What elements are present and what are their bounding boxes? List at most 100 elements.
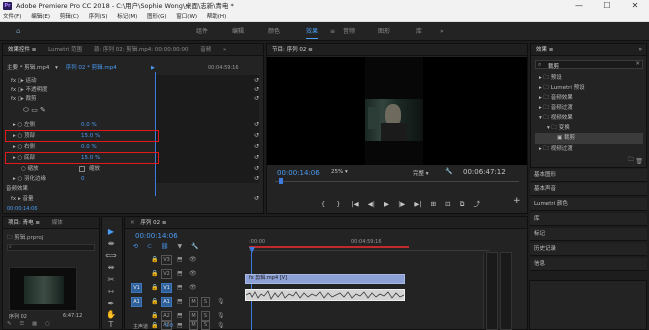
solo-button-a1[interactable]: S [201, 297, 210, 307]
workspace-tab-libraries[interactable]: 库 [416, 22, 422, 41]
track-label-a2[interactable]: A2 [161, 311, 172, 321]
compare-button[interactable]: ⧉ [460, 200, 465, 208]
sequence-thumbnail[interactable] [9, 267, 77, 311]
timeline-timecode[interactable]: 00:00:14:06 [135, 232, 178, 240]
crop-bottom-reset-icon[interactable]: ↺ [254, 154, 259, 161]
master-clip-label[interactable]: 主要 * 剪辑.mp4 [7, 65, 49, 71]
razor-tool[interactable]: ✂ [104, 274, 118, 286]
effect-motion-row[interactable]: fx ▯▸ 运动 [3, 77, 263, 86]
crop-zoom-row[interactable]: ○ 缩放 缩放 [3, 165, 263, 174]
microphone-icon[interactable]: 🎙 [217, 312, 225, 319]
track-select-tool[interactable]: ⇼ [104, 238, 118, 250]
lock-icon[interactable]: 🔒 [151, 270, 158, 277]
panel-libraries[interactable]: 库 [530, 213, 647, 226]
crop-feather-value[interactable]: 0 [81, 175, 85, 184]
microphone-icon[interactable]: 🎙 [217, 322, 225, 329]
export-frame-button[interactable]: ⤴ [473, 200, 480, 208]
effect-opacity-row[interactable]: fx ▯▸ 不透明度 [3, 86, 263, 95]
delete-icon[interactable]: 🗑 [635, 158, 643, 165]
close-sequence-icon[interactable]: ✕ [125, 217, 137, 228]
effect-controls-more[interactable]: » [218, 44, 231, 55]
microphone-icon[interactable]: 🎙 [217, 298, 225, 305]
linked-selection-icon[interactable]: ⛓ [161, 243, 169, 250]
tab-media-browser[interactable]: 媒体 [47, 217, 68, 228]
go-to-out-button[interactable]: ▶| [414, 200, 421, 208]
master-volume-value[interactable]: 0.0 [165, 323, 173, 329]
solo-button-a2[interactable]: S [201, 311, 210, 321]
workspace-menu-icon[interactable]: ≡ [330, 22, 335, 41]
workspace-tab-assembly[interactable]: 组件 [196, 22, 208, 41]
step-back-button[interactable]: ◀| [368, 200, 375, 208]
panel-essential-sound[interactable]: 基本声音 [530, 183, 647, 196]
eye-icon[interactable]: 👁 [189, 284, 197, 291]
video-clip-v1[interactable]: fx 剪辑.mp4 [V] [245, 274, 405, 284]
tab-program-monitor[interactable]: 节目: 序列 02 ≡ [267, 44, 318, 55]
lock-icon[interactable]: 🔒 [151, 322, 158, 329]
project-search-field[interactable]: ⌕ [7, 244, 95, 251]
source-patch-a1[interactable]: A1 [131, 297, 142, 307]
zoom-dropdown[interactable]: 25% ▾ [331, 169, 359, 177]
quality-dropdown[interactable]: 完整 ▾ [413, 169, 447, 177]
go-to-in-button[interactable]: |◀ [351, 200, 358, 208]
crop-left-value[interactable]: 0.0 % [81, 121, 97, 130]
crop-reset-icon[interactable]: ↺ [254, 95, 259, 102]
settings-wrench-icon[interactable]: 🔧 [445, 168, 452, 175]
video-viewer[interactable] [267, 57, 527, 165]
track-label-v2[interactable]: V2 [161, 269, 172, 279]
play-button[interactable]: ▶ [384, 200, 389, 208]
sync-lock-icon[interactable]: ⬒ [177, 312, 183, 319]
crop-zoom-reset-icon[interactable]: ↺ [254, 165, 259, 172]
crop-feather-row[interactable]: ▸ ○ 羽化边缘 0 [3, 175, 263, 184]
crop-feather-reset-icon[interactable]: ↺ [254, 175, 259, 182]
lock-icon[interactable]: 🔒 [151, 256, 158, 263]
crop-right-row[interactable]: ▸ ○ 右侧 0.0 % [3, 143, 263, 152]
ripple-edit-tool[interactable]: ⟺ [104, 250, 118, 262]
panel-info[interactable]: 信息 [530, 258, 647, 271]
mute-button-a1[interactable]: M [189, 297, 198, 307]
crop-right-reset-icon[interactable]: ↺ [254, 143, 259, 150]
close-window-button[interactable]: ✕ [621, 0, 649, 12]
tab-project[interactable]: 项目: 青电 ≡ [3, 217, 45, 228]
tab-sequence-02[interactable]: 序列 02 ≡ [138, 217, 171, 228]
workspace-tab-color[interactable]: 颜色 [268, 22, 280, 41]
sync-lock-icon[interactable]: ⬒ [177, 256, 183, 263]
solo-button-a3[interactable]: S [201, 321, 210, 330]
eye-icon[interactable]: 👁 [189, 256, 197, 263]
program-scrubber[interactable] [275, 181, 519, 182]
tab-source-monitor[interactable]: 源: 序列 02: 剪辑.mp4: 00:00:00:00 [89, 44, 194, 55]
mark-out-button[interactable]: } [336, 200, 340, 208]
tab-effects[interactable]: 效果 ≡ [531, 44, 558, 55]
selection-tool[interactable]: ▶ [104, 226, 118, 238]
menu-file[interactable]: 文件(F) [3, 14, 21, 20]
slip-tool[interactable]: ⇿ [104, 286, 118, 298]
panel-lumetri-color[interactable]: Lumetri 颜色 [530, 198, 647, 211]
sync-lock-icon[interactable]: ⬒ [177, 270, 183, 277]
panel-history[interactable]: 历史记录 [530, 243, 647, 256]
workspace-tab-editing[interactable]: 编辑 [232, 22, 244, 41]
extract-button[interactable]: ⊡ [445, 200, 450, 208]
sync-lock-icon[interactable]: ⬒ [177, 298, 183, 305]
opacity-reset-icon[interactable]: ↺ [254, 86, 259, 93]
timeline-ruler[interactable]: :00:00 00:04:59:16 [249, 235, 489, 251]
lock-icon[interactable]: 🔒 [151, 284, 158, 291]
minimize-button[interactable]: — [565, 0, 593, 12]
menu-sequence[interactable]: 序列(S) [89, 14, 108, 20]
add-marker-icon[interactable]: ▼ [177, 243, 182, 250]
mark-in-button[interactable]: { [321, 200, 325, 208]
tree-item-crop[interactable]: ▣ 裁剪 [535, 133, 643, 144]
step-forward-button[interactable]: |▶ [398, 200, 405, 208]
effects-search-value[interactable]: 裁剪 [548, 62, 559, 70]
ec-timecode-text[interactable]: 00:00:14:06 [7, 206, 38, 212]
audio-clip-a1[interactable] [245, 289, 405, 301]
add-button[interactable]: + [513, 196, 521, 206]
tab-lumetri-scopes[interactable]: Lumetri 范围 [43, 44, 87, 55]
new-bin-icon[interactable]: 🗀 [628, 155, 634, 165]
volume-reset-icon[interactable]: ↺ [254, 195, 259, 202]
crop-left-reset-icon[interactable]: ↺ [254, 121, 259, 128]
maximize-button[interactable]: ☐ [593, 0, 621, 12]
workspace-tab-audio[interactable]: 音频 [343, 22, 355, 41]
menu-graphics[interactable]: 图形(G) [147, 14, 167, 20]
play-only-audio-icon[interactable]: ▶ [151, 65, 155, 71]
effects-more-button[interactable]: » [638, 46, 642, 53]
lock-icon[interactable]: 🔒 [151, 298, 158, 305]
